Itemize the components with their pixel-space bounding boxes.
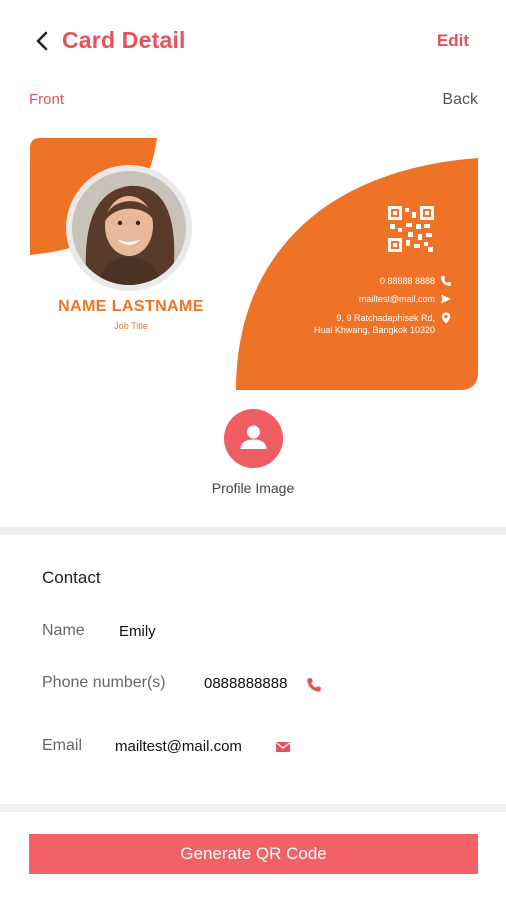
contact-section-title: Contact — [42, 568, 101, 587]
card-address-line1: 9, 9 Ratchadaphisek Rd, — [336, 313, 435, 323]
phone-value: 0888888888 — [204, 675, 288, 692]
qr-code-icon — [388, 206, 434, 252]
card-send-icon — [441, 294, 451, 304]
app-header: Card Detail Edit — [0, 0, 506, 80]
edit-button[interactable]: Edit — [437, 31, 469, 51]
card-name: NAME LASTNAME — [58, 298, 204, 315]
business-card-preview: NAME LASTNAME Job Title 0 88888 8888 mai… — [0, 130, 506, 400]
card-avatar — [66, 165, 192, 291]
mail-icon[interactable] — [275, 739, 291, 755]
section-divider-bottom — [0, 804, 506, 812]
card-email: mailtest@mail.com — [358, 294, 435, 304]
card-location-icon — [441, 312, 451, 324]
card-background-shapes — [30, 138, 478, 390]
call-icon[interactable] — [306, 677, 322, 693]
person-icon — [240, 425, 267, 449]
phone-label: Phone number(s) — [42, 674, 166, 691]
email-value: mailtest@mail.com — [115, 738, 242, 755]
card-phone-icon — [441, 276, 451, 286]
tab-back[interactable]: Back — [442, 91, 478, 109]
name-value: Emily — [119, 623, 156, 640]
section-divider — [0, 527, 506, 535]
tab-front[interactable]: Front — [29, 91, 64, 108]
card-job-title: Job Title — [114, 321, 148, 331]
email-label: Email — [42, 737, 83, 754]
page-title: Card Detail — [62, 27, 186, 53]
profile-image-label: Profile Image — [211, 480, 295, 496]
generate-qr-code-button[interactable]: Generate QR Code — [29, 834, 478, 874]
profile-image-button[interactable] — [224, 409, 283, 468]
card-address-line2: Huai Khwang, Bangkok 10320 — [313, 325, 435, 335]
name-label: Name — [42, 622, 85, 639]
back-arrow-icon[interactable] — [30, 28, 56, 54]
card-phone: 0 88888 8888 — [379, 276, 435, 286]
